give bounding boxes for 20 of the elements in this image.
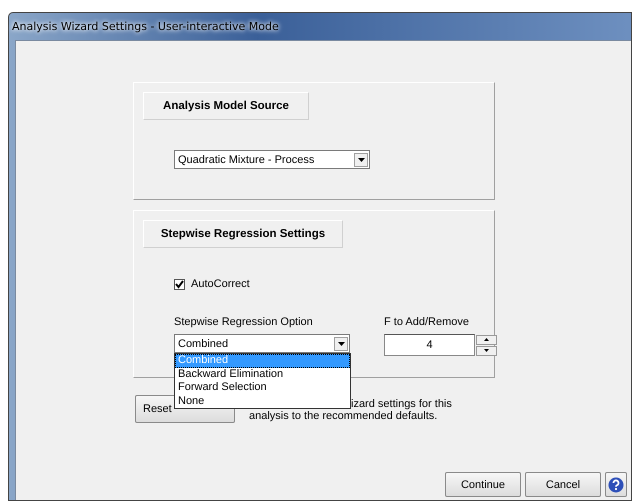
option-dropdown[interactable]: Combined xyxy=(174,334,350,353)
spin-down-icon[interactable] xyxy=(476,346,497,356)
continue-button[interactable]: Continue xyxy=(445,472,521,497)
description-text: analysis to the recommended defaults. xyxy=(249,410,438,422)
section-header: Stepwise Regression Settings xyxy=(143,220,343,248)
model-dropdown[interactable]: Quadratic Mixture - Process xyxy=(174,150,370,169)
dropdown-option[interactable]: Backward Elimination xyxy=(175,368,350,381)
description-text: izard settings for this xyxy=(351,398,452,410)
window-title: Analysis Wizard Settings - User-interactive Mode xyxy=(12,20,279,33)
spin-up-icon[interactable] xyxy=(476,334,497,344)
help-icon xyxy=(608,476,624,492)
help-button[interactable] xyxy=(605,472,627,497)
section-header: Analysis Model Source xyxy=(143,92,309,120)
number-field[interactable]: 4 xyxy=(384,334,475,356)
field-label: F to Add/Remove xyxy=(384,316,470,328)
dropdown-option[interactable]: Forward Selection xyxy=(175,381,350,394)
checkbox[interactable] xyxy=(174,278,185,290)
checkbox-label: AutoCorrect xyxy=(191,278,250,290)
cancel-button[interactable]: Cancel xyxy=(525,472,601,497)
field-label: Stepwise Regression Option xyxy=(174,316,314,328)
